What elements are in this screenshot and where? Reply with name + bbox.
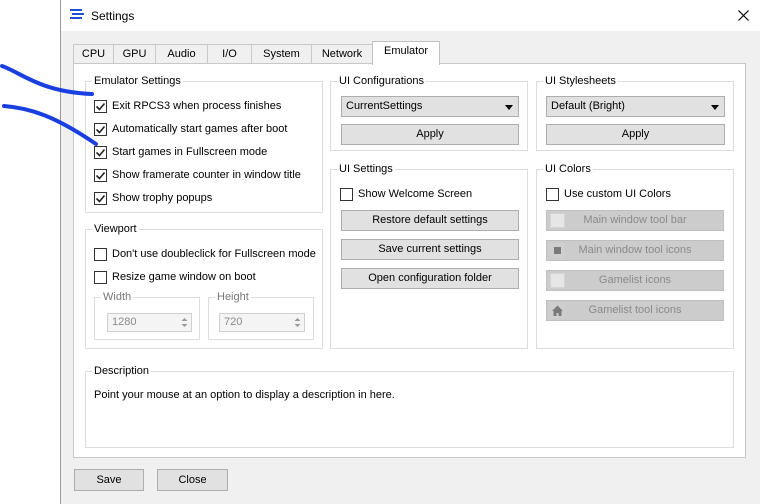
checkbox-box (546, 187, 559, 201)
checkbox-box (94, 270, 107, 284)
width-group: Width 1280 (94, 290, 200, 340)
group-title: Emulator Settings (92, 74, 183, 88)
trophy-popups-checkbox[interactable]: Show trophy popups (94, 190, 212, 206)
spin-arrows-icon (181, 318, 188, 327)
open-config-folder-button[interactable]: Open configuration folder (341, 268, 519, 289)
tab-gpu[interactable]: GPU (113, 44, 156, 64)
ui-stylesheets-group: UI Stylesheets Default (Bright) Apply (536, 74, 734, 151)
tab-system[interactable]: System (251, 44, 312, 64)
main-window-toolbar-color-button[interactable]: Main window tool bar (546, 210, 724, 231)
check-icon (95, 171, 106, 180)
square-icon (554, 247, 561, 254)
button-label: Main window tool icons (578, 244, 692, 256)
checkbox-label: Exit RPCS3 when process finishes (112, 100, 282, 112)
tab-cpu[interactable]: CPU (73, 44, 114, 64)
checkbox-box (94, 145, 107, 159)
group-title: UI Colors (543, 162, 593, 176)
group-title: UI Configurations (337, 74, 426, 88)
checkbox-label: Show Welcome Screen (358, 188, 473, 200)
description-group: Description Point your mouse at an optio… (85, 364, 734, 448)
group-title: UI Settings (337, 162, 395, 176)
tab-io[interactable]: I/O (207, 44, 252, 64)
checkbox-box (94, 99, 107, 113)
button-label: Gamelist tool icons (588, 304, 682, 316)
restore-defaults-button[interactable]: Restore default settings (341, 210, 519, 231)
ui-configuration-select[interactable]: CurrentSettings (341, 96, 519, 117)
dropdown-arrow-icon (505, 105, 513, 110)
height-label: Height (215, 290, 251, 304)
check-icon (95, 102, 106, 111)
save-current-settings-button[interactable]: Save current settings (341, 239, 519, 260)
ui-stylesheet-select[interactable]: Default (Bright) (546, 96, 725, 117)
window-title: Settings (91, 9, 135, 23)
emulator-tab-pane: Emulator Settings Exit RPCS3 when proces… (73, 63, 746, 458)
button-label: Gamelist icons (598, 274, 672, 286)
tab-network[interactable]: Network (311, 44, 373, 64)
ui-colors-group: UI Colors Use custom UI Colors Main wind… (536, 162, 734, 349)
check-icon (95, 125, 106, 134)
rpcs3-app-icon (70, 9, 84, 21)
checkbox-box (340, 187, 353, 201)
resize-on-boot-checkbox[interactable]: Resize game window on boot (94, 269, 256, 285)
viewport-group: Viewport Don't use doubleclick for Fulls… (85, 222, 323, 349)
checkbox-box (94, 247, 107, 261)
width-label: Width (101, 290, 134, 304)
height-value: 720 (224, 316, 243, 328)
main-window-tool-icons-color-button[interactable]: Main window tool icons (546, 240, 724, 261)
group-title: Viewport (92, 222, 139, 236)
apply-configuration-button[interactable]: Apply (341, 124, 519, 145)
settings-window: Settings CPU GPU Audio I/O System Networ… (60, 0, 760, 504)
button-label: Main window tool bar (583, 214, 687, 226)
checkbox-box (94, 122, 107, 136)
checkbox-label: Start games in Fullscreen mode (112, 146, 268, 158)
exit-on-finish-checkbox[interactable]: Exit RPCS3 when process finishes (94, 98, 281, 114)
close-button[interactable]: Close (157, 469, 228, 491)
checkbox-label: Resize game window on boot (112, 271, 256, 283)
ui-settings-group: UI Settings Show Welcome Screen Restore … (330, 162, 528, 349)
fullscreen-start-checkbox[interactable]: Start games in Fullscreen mode (94, 144, 267, 160)
group-title: Description (92, 364, 152, 378)
checkbox-label: Don't use doubleclick for Fullscreen mod… (112, 248, 316, 260)
ui-configurations-group: UI Configurations CurrentSettings Apply (330, 74, 528, 151)
dropdown-arrow-icon (711, 105, 719, 110)
gamelist-icons-color-button[interactable]: Gamelist icons (546, 270, 724, 291)
checkbox-label: Show trophy popups (112, 192, 213, 204)
save-button[interactable]: Save (74, 469, 144, 491)
group-title: UI Stylesheets (543, 74, 618, 88)
custom-ui-colors-checkbox[interactable]: Use custom UI Colors (546, 186, 671, 202)
height-spinbox[interactable]: 720 (219, 313, 305, 332)
checkbox-box (94, 168, 107, 182)
color-swatch (550, 273, 565, 288)
show-welcome-checkbox[interactable]: Show Welcome Screen (340, 186, 472, 202)
selected-stylesheet: Default (Bright) (551, 100, 625, 112)
checkbox-label: Use custom UI Colors (564, 188, 671, 200)
checkbox-label: Automatically start games after boot (112, 123, 288, 135)
title-bar: Settings (61, 0, 760, 31)
width-spinbox[interactable]: 1280 (107, 313, 192, 332)
gamelist-tool-icons-color-button[interactable]: Gamelist tool icons (546, 300, 724, 321)
emulator-settings-group: Emulator Settings Exit RPCS3 when proces… (85, 74, 323, 213)
color-swatch (550, 243, 565, 258)
description-text: Point your mouse at an option to display… (94, 389, 395, 401)
auto-start-checkbox[interactable]: Automatically start games after boot (94, 121, 287, 137)
home-icon (552, 305, 563, 316)
selected-configuration: CurrentSettings (346, 100, 423, 112)
checkbox-box (94, 191, 107, 205)
color-swatch (550, 303, 565, 318)
spin-arrows-icon (294, 318, 301, 327)
tab-audio[interactable]: Audio (155, 44, 208, 64)
checkbox-label: Show framerate counter in window title (112, 169, 301, 181)
apply-stylesheet-button[interactable]: Apply (546, 124, 725, 145)
width-value: 1280 (112, 316, 137, 328)
tab-emulator[interactable]: Emulator (372, 41, 440, 65)
close-icon (737, 10, 749, 21)
framerate-counter-checkbox[interactable]: Show framerate counter in window title (94, 167, 301, 183)
no-doubleclick-fullscreen-checkbox[interactable]: Don't use doubleclick for Fullscreen mod… (94, 246, 316, 262)
color-swatch (550, 213, 565, 228)
close-window-button[interactable] (726, 0, 760, 31)
check-icon (95, 194, 106, 203)
height-group: Height 720 (208, 290, 314, 340)
check-icon (95, 148, 106, 157)
